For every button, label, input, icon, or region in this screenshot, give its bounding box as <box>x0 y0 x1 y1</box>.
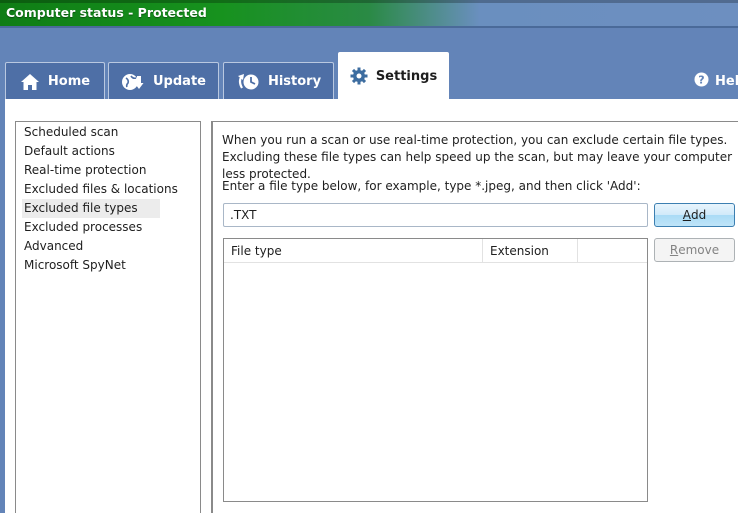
help-link[interactable]: ? Help <box>694 72 738 91</box>
help-label: Help <box>715 74 738 89</box>
nav-item-default-actions[interactable]: Default actions <box>22 142 160 161</box>
nav-item-advanced[interactable]: Advanced <box>22 237 160 256</box>
settings-nav-list: Scheduled scan Default actions Real-time… <box>15 121 201 513</box>
tab-history-label: History <box>267 74 322 89</box>
file-type-prompt: Enter a file type below, for example, ty… <box>222 179 641 193</box>
excluded-file-types-list[interactable]: File type Extension <box>223 238 648 502</box>
nav-item-excluded-processes[interactable]: Excluded processes <box>22 218 160 237</box>
tab-update[interactable]: Update <box>108 62 219 100</box>
remove-button-label: emove <box>678 243 720 257</box>
nav-item-microsoft-spynet[interactable]: Microsoft SpyNet <box>22 256 160 275</box>
update-icon <box>121 72 145 92</box>
tab-settings[interactable]: Settings <box>338 52 449 100</box>
history-icon <box>236 72 260 92</box>
gear-icon <box>350 67 368 85</box>
panel-description: When you run a scan or use real-time pro… <box>222 133 733 181</box>
home-icon <box>20 73 40 91</box>
nav-item-real-time-protection[interactable]: Real-time protection <box>22 161 160 180</box>
title-bar: Computer status - Protected <box>0 0 738 28</box>
tab-home-label: Home <box>47 74 91 89</box>
remove-button[interactable]: Remove <box>654 238 735 262</box>
file-type-input[interactable] <box>223 203 648 227</box>
column-header-extension[interactable]: Extension <box>483 239 578 263</box>
tab-history[interactable]: History <box>223 62 334 100</box>
window-title: Computer status - Protected <box>6 5 207 20</box>
tab-update-label: Update <box>153 74 206 89</box>
add-button[interactable]: Add <box>654 203 735 227</box>
nav-item-excluded-files-locations[interactable]: Excluded files & locations <box>22 180 178 199</box>
nav-item-scheduled-scan[interactable]: Scheduled scan <box>22 123 160 142</box>
tab-home[interactable]: Home <box>5 62 105 100</box>
nav-item-excluded-file-types[interactable]: Excluded file types <box>22 199 160 218</box>
help-icon: ? <box>694 72 709 91</box>
tab-settings-label: Settings <box>375 68 438 84</box>
add-button-label: dd <box>690 208 707 222</box>
column-header-empty <box>578 239 647 263</box>
svg-text:?: ? <box>698 74 704 87</box>
add-button-accel: A <box>682 208 691 222</box>
column-header-file-type[interactable]: File type <box>224 239 483 263</box>
remove-button-accel: R <box>669 243 679 257</box>
